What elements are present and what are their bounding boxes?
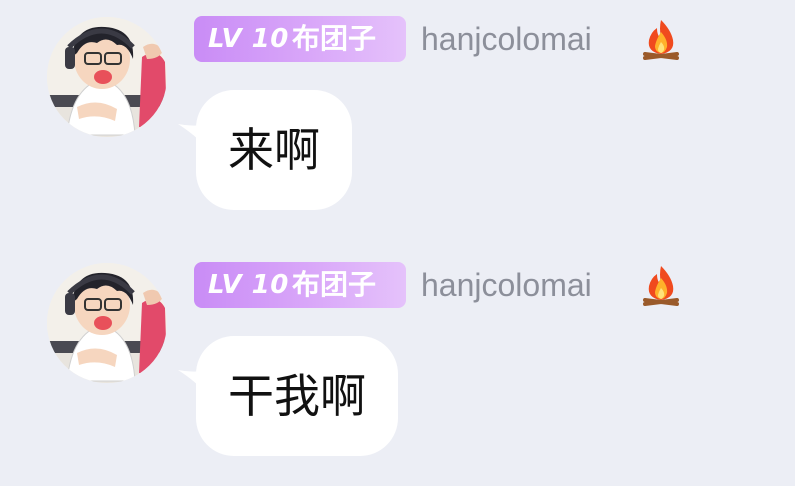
message-text: 干我啊: [228, 369, 366, 423]
fire-icon: [643, 20, 679, 60]
badge-title: 布团子: [292, 22, 377, 55]
badge-title: 布团子: [292, 268, 377, 301]
message-text: 来啊: [228, 123, 320, 177]
level-label: LV 10: [208, 270, 289, 300]
username[interactable]: hanjcolomai: [421, 19, 592, 59]
level-label: LV 10: [208, 24, 289, 54]
avatar[interactable]: [47, 263, 167, 383]
avatar[interactable]: [47, 17, 167, 137]
message-bubble[interactable]: 干我啊: [196, 336, 398, 456]
level-badge[interactable]: LV 10 布团子: [194, 16, 406, 62]
chat-message: LV 10 布团子 hanjcolomai 干我啊: [0, 246, 795, 486]
username[interactable]: hanjcolomai: [421, 265, 592, 305]
fire-icon: [643, 266, 679, 306]
level-badge[interactable]: LV 10 布团子: [194, 262, 406, 308]
message-bubble[interactable]: 来啊: [196, 90, 352, 210]
avatar-image: [47, 263, 167, 383]
chat-message: LV 10 布团子 hanjcolomai 来啊: [0, 0, 795, 240]
avatar-image: [47, 17, 167, 137]
